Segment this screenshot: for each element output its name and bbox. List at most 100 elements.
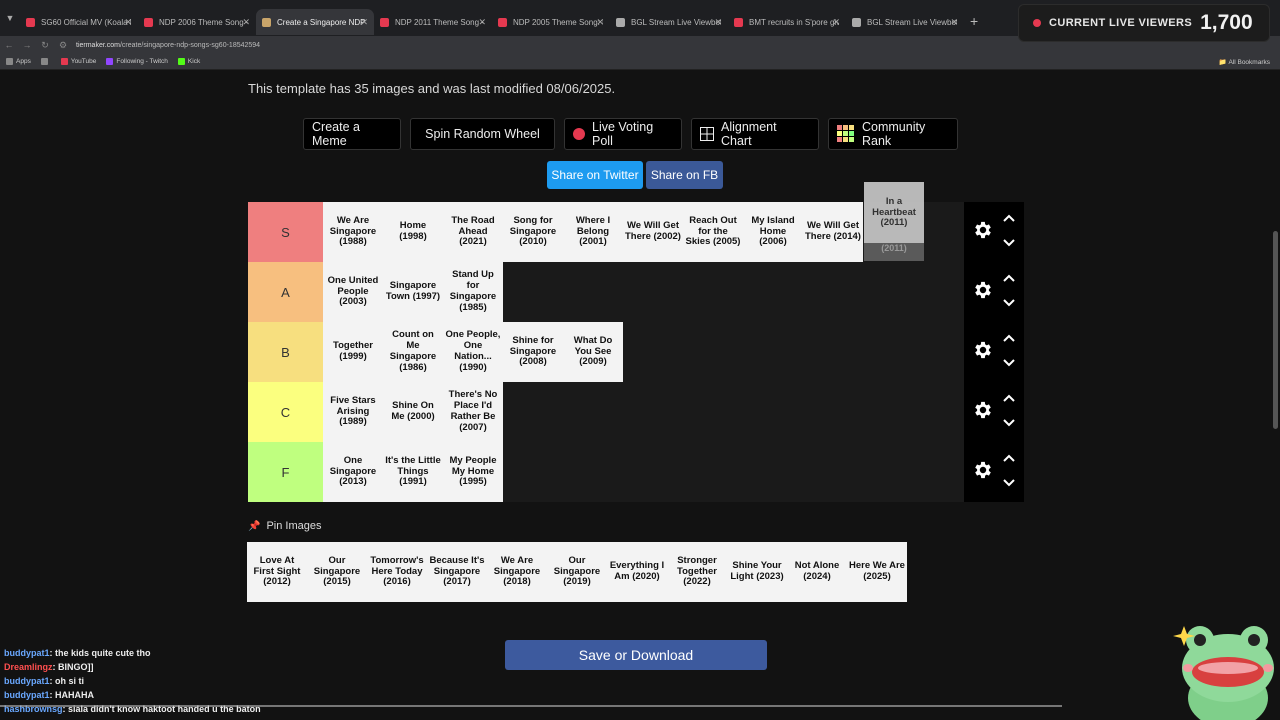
tab-close-icon[interactable]: ✕ — [832, 17, 840, 28]
tier-drop-zone[interactable]: Five Stars Arising (1989) Shine On Me (20… — [323, 382, 964, 442]
gear-icon[interactable] — [972, 399, 994, 426]
site-info-icon[interactable]: ⚙ — [54, 40, 72, 51]
chevron-up-icon[interactable] — [1002, 331, 1016, 349]
browser-tab[interactable]: BMT recruits in S'pore given m✕ — [728, 9, 846, 35]
chevron-down-icon[interactable] — [1002, 229, 1016, 254]
tab-close-icon[interactable]: ✕ — [360, 17, 368, 28]
browser-tab[interactable]: NDP 2011 Theme Song - In A H✕ — [374, 9, 492, 35]
tab-close-icon[interactable]: ✕ — [714, 17, 722, 28]
bookmark-item[interactable]: YouTube — [60, 58, 96, 65]
unranked-item-card[interactable]: Love At First Sight (2012) — [247, 542, 307, 602]
unranked-item-card[interactable]: Here We Are (2025) — [847, 542, 907, 602]
tier-item-card[interactable]: One People, One Nation... (1990) — [443, 322, 503, 382]
tier-item-card[interactable]: Five Stars Arising (1989) — [323, 382, 383, 442]
tab-close-icon[interactable]: ✕ — [950, 17, 958, 28]
unranked-item-card[interactable]: Everything I Am (2020) — [607, 542, 667, 602]
tier-drop-zone[interactable]: Together (1999) Count on Me Singapore (19… — [323, 322, 964, 382]
tier-drop-zone[interactable]: One United People (2003) Singapore Town (… — [323, 262, 964, 322]
gear-icon[interactable] — [972, 459, 994, 486]
all-bookmarks-button[interactable]: 📁 All Bookmarks — [1219, 58, 1270, 66]
tab-search-icon[interactable]: ▼ — [0, 13, 20, 23]
chat-username[interactable]: Dreamlingz — [4, 662, 53, 672]
tier-item-card[interactable]: Stand Up for Singapore (1985) — [443, 262, 503, 322]
chevron-down-icon[interactable] — [1002, 349, 1016, 374]
back-icon[interactable]: ← — [0, 40, 18, 50]
tab-close-icon[interactable]: ✕ — [242, 17, 250, 28]
unranked-item-card[interactable]: Not Alone (2024) — [787, 542, 847, 602]
tier-label[interactable]: F — [248, 442, 323, 502]
unranked-item-card[interactable]: Shine Your Light (2023) — [727, 542, 787, 602]
unranked-item-card[interactable]: Because It's Singapore (2017) — [427, 542, 487, 602]
tier-item-card[interactable]: My People My Home (1995) — [443, 442, 503, 502]
tier-item-card[interactable]: Reach Out for the Skies (2005) — [683, 202, 743, 262]
tier-item-card[interactable]: Shine On Me (2000) — [383, 382, 443, 442]
tier-item-card[interactable]: What Do You See (2009) — [563, 322, 623, 382]
chat-username[interactable]: buddypat1 — [4, 648, 50, 658]
browser-tab[interactable]: Create a Singapore NDP Song✕ — [256, 9, 374, 35]
tier-item-card[interactable]: Count on Me Singapore (1986) — [383, 322, 443, 382]
tier-item-card[interactable]: Song for Singapore (2010) — [503, 202, 563, 262]
browser-tab[interactable]: NDP 2005 Theme Song: Reach✕ — [492, 9, 610, 35]
tier-item-card[interactable]: Together (1999) — [323, 322, 383, 382]
new-tab-button[interactable]: + — [970, 13, 978, 29]
chevron-up-icon[interactable] — [1002, 271, 1016, 289]
chevron-down-icon[interactable] — [1002, 289, 1016, 314]
reload-icon[interactable]: ↻ — [36, 40, 54, 51]
unranked-item-card[interactable]: Tomorrow's Here Today (2016) — [367, 542, 427, 602]
dragging-card[interactable]: In a Heartbeat (2011) — [864, 182, 924, 244]
browser-tab[interactable]: SG60 Official MV (Koala Keys)✕ — [20, 9, 138, 35]
url-field[interactable]: tiermaker.com/create/singapore-ndp-songs… — [76, 42, 260, 49]
unranked-item-card[interactable]: Our Singapore (2015) — [307, 542, 367, 602]
chevron-up-icon[interactable] — [1002, 211, 1016, 229]
tab-close-icon[interactable]: ✕ — [596, 17, 604, 28]
gear-icon[interactable] — [972, 279, 994, 306]
tier-item-card[interactable]: Shine for Singapore (2008) — [503, 322, 563, 382]
community-rank-button[interactable]: Community Rank — [828, 118, 958, 150]
forward-icon[interactable]: → — [18, 40, 36, 50]
browser-tab[interactable]: NDP 2006 Theme Song - My Is✕ — [138, 9, 256, 35]
bookmark-item[interactable]: Apps — [6, 58, 31, 65]
tier-item-card[interactable]: We Will Get There (2002) — [623, 202, 683, 262]
tier-item-card[interactable]: There's No Place I'd Rather Be (2007) — [443, 382, 503, 442]
tier-item-card[interactable]: We Are Singapore (1988) — [323, 202, 383, 262]
gear-icon[interactable] — [972, 339, 994, 366]
chat-username[interactable]: buddypat1 — [4, 676, 50, 686]
unranked-item-card[interactable]: Our Singapore (2019) — [547, 542, 607, 602]
browser-tab[interactable]: BGL Stream Live Viewbots ✕ — [610, 9, 728, 35]
chevron-down-icon[interactable] — [1002, 469, 1016, 494]
bookmark-item[interactable] — [40, 58, 51, 65]
chevron-down-icon[interactable] — [1002, 409, 1016, 434]
live-poll-button[interactable]: Live Voting Poll — [564, 118, 682, 150]
unranked-item-card[interactable]: We Are Singapore (2018) — [487, 542, 547, 602]
tier-item-card[interactable]: One United People (2003) — [323, 262, 383, 322]
tier-item-card[interactable]: Singapore Town (1997) — [383, 262, 443, 322]
tier-item-card[interactable]: Home (1998) — [383, 202, 443, 262]
tier-label[interactable]: A — [248, 262, 323, 322]
unranked-item-card[interactable]: Stronger Together (2022) — [667, 542, 727, 602]
page-scrollbar[interactable] — [1273, 231, 1278, 429]
chat-username[interactable]: buddypat1 — [4, 690, 50, 700]
save-download-button[interactable]: Save or Download — [505, 640, 767, 670]
tab-close-icon[interactable]: ✕ — [478, 17, 486, 28]
bookmark-item[interactable]: Following - Twitch — [106, 58, 168, 65]
tier-label[interactable]: C — [248, 382, 323, 442]
alignment-chart-button[interactable]: Alignment Chart — [691, 118, 819, 150]
spin-wheel-button[interactable]: Spin Random Wheel — [410, 118, 555, 150]
tab-close-icon[interactable]: ✕ — [124, 17, 132, 28]
tier-item-card[interactable]: Where I Belong (2001) — [563, 202, 623, 262]
chevron-up-icon[interactable] — [1002, 451, 1016, 469]
tier-item-card[interactable]: We Will Get There (2014) — [803, 202, 863, 262]
share-twitter-button[interactable]: Share on Twitter — [547, 161, 643, 189]
tier-label[interactable]: B — [248, 322, 323, 382]
share-fb-button[interactable]: Share on FB — [646, 161, 723, 189]
chevron-up-icon[interactable] — [1002, 391, 1016, 409]
create-meme-button[interactable]: Create a Meme — [303, 118, 401, 150]
tier-item-card[interactable]: One Singapore (2013) — [323, 442, 383, 502]
browser-tab[interactable]: BGL Stream Live Viewbots ✕ — [846, 9, 964, 35]
tier-item-card[interactable]: My Island Home (2006) — [743, 202, 803, 262]
tier-label[interactable]: S — [248, 202, 323, 262]
pin-images-header[interactable]: 📌 Pin Images — [248, 520, 321, 532]
bookmark-item[interactable]: Kick — [177, 58, 200, 65]
tier-drop-zone[interactable]: One Singapore (2013) It's the Little Thin… — [323, 442, 964, 502]
tier-item-card[interactable]: It's the Little Things (1991) — [383, 442, 443, 502]
